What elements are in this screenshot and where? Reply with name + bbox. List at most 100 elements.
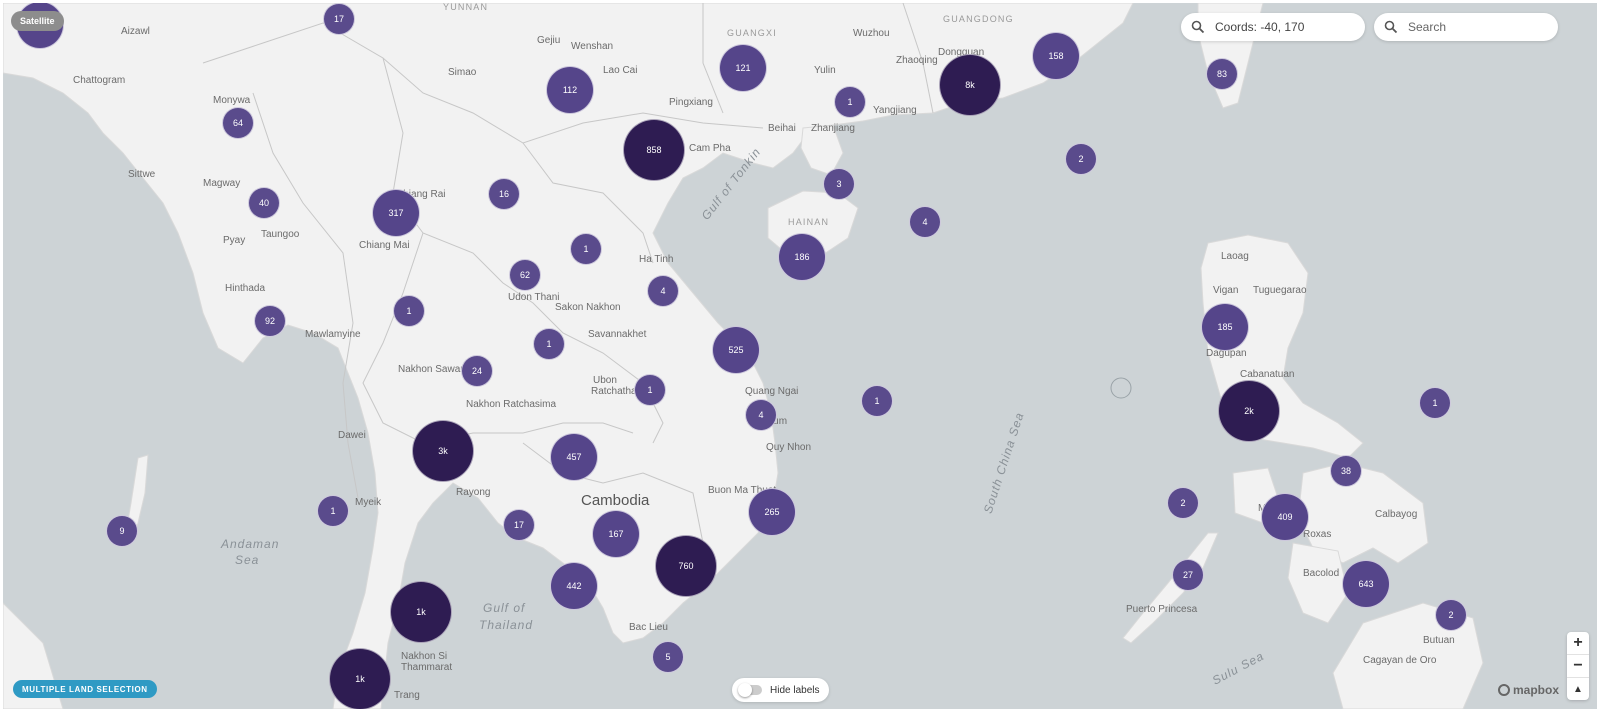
coords-input[interactable] [1213,19,1357,35]
label-bacolod: Bacolod [1303,568,1339,579]
cluster-marker[interactable]: 1k [329,648,391,709]
label-zhanjiang: Zhanjiang [811,123,855,134]
label-laoag: Laoag [1221,251,1249,262]
cluster-marker[interactable]: 2 [1435,599,1467,631]
cluster-marker[interactable]: 2k [1218,380,1280,442]
hide-labels-control: Hide labels [732,678,830,702]
cluster-marker[interactable]: 27 [1172,559,1204,591]
zoom-in-button[interactable]: + [1567,632,1589,655]
label-nakhon-sawan: Nakhon Sawan [398,364,466,375]
cluster-marker[interactable]: 1 [834,86,866,118]
cluster-marker[interactable]: 83 [1206,58,1238,90]
label-roxas: Roxas [1303,529,1331,540]
mapbox-attribution[interactable]: mapbox [1497,683,1559,697]
label-nakhon-si: Nakhon Si [401,651,447,662]
zoom-out-button[interactable]: − [1567,655,1589,678]
cluster-marker[interactable]: 525 [712,326,760,374]
label-quy-nhon: Quy Nhon [766,442,811,453]
cluster-marker[interactable]: 17 [503,509,535,541]
cluster-marker[interactable]: 317 [372,189,420,237]
zoom-controls: + − ▲ [1567,632,1589,700]
cluster-marker[interactable]: 409 [1261,493,1309,541]
label-chiang-mai: Chiang Mai [359,240,410,251]
label-taungoo: Taungoo [261,229,300,240]
cluster-marker[interactable]: 1 [393,295,425,327]
cluster-marker[interactable]: 3 [823,168,855,200]
label-gejiu: Gejiu [537,35,560,46]
label-andaman: Andaman [220,537,279,551]
cluster-marker[interactable]: 457 [550,433,598,481]
cluster-marker[interactable]: 9 [106,515,138,547]
label-thammarat: Thammarat [401,662,452,673]
cluster-marker[interactable]: 3k [412,420,474,482]
label-tuguegarao: Tuguegarao [1253,285,1307,296]
hide-labels-text: Hide labels [770,684,820,696]
cluster-marker[interactable]: 24 [461,355,493,387]
cluster-marker[interactable]: 1 [634,374,666,406]
label-ha-tinh: Ha Tinh [639,254,673,265]
magnifier-icon [1384,20,1398,34]
cluster-marker[interactable]: 1 [570,233,602,265]
cluster-marker[interactable]: 4 [647,275,679,307]
cluster-marker[interactable]: 112 [546,66,594,114]
coords-search-box[interactable] [1181,13,1365,41]
label-pyay: Pyay [223,235,245,246]
cluster-marker[interactable]: 643 [1342,560,1390,608]
cluster-marker[interactable]: 38 [1330,455,1362,487]
label-hainan: HAINAN [788,217,829,227]
magnifier-icon [1191,20,1205,34]
compass-icon[interactable]: ▲ [1567,678,1589,700]
cluster-marker[interactable]: 858 [623,119,685,181]
label-butuan: Butuan [1423,635,1455,646]
cluster-marker[interactable]: 2 [1065,143,1097,175]
cluster-marker[interactable]: 5 [652,641,684,673]
label-magway: Magway [203,178,240,189]
place-search-box[interactable] [1374,13,1558,41]
cluster-marker[interactable]: 158 [1032,32,1080,80]
cluster-marker[interactable]: 1k [390,581,452,643]
cluster-marker[interactable]: 265 [748,488,796,536]
cluster-marker[interactable]: 8k [939,54,1001,116]
cluster-marker[interactable]: 760 [655,535,717,597]
label-calbayog: Calbayog [1375,509,1417,520]
cluster-marker[interactable]: 4 [745,399,777,431]
cluster-marker[interactable]: 92 [254,305,286,337]
cluster-marker[interactable]: 4 [909,206,941,238]
cluster-marker[interactable]: 167 [592,510,640,558]
cluster-marker[interactable]: 40 [248,187,280,219]
multiple-land-selection-button[interactable]: MULTIPLE LAND SELECTION [13,680,157,698]
label-ubon: Ubon [593,375,617,386]
label-dawei: Dawei [338,430,366,441]
label-cagayan: Cagayan de Oro [1363,655,1437,666]
cluster-marker[interactable]: 185 [1201,303,1249,351]
cluster-marker[interactable]: 1 [861,385,893,417]
cluster-marker[interactable]: 442 [550,562,598,610]
label-trang: Trang [394,690,420,701]
label-vigan: Vigan [1213,285,1238,296]
cluster-marker[interactable]: 1 [1419,387,1451,419]
map-canvas[interactable]: Aizawl Chattogram Monywa Sittwe Magway P… [3,3,1597,709]
label-rayong: Rayong [456,487,490,498]
label-cambodia: Cambodia [581,492,650,509]
cluster-marker[interactable]: 1 [533,328,565,360]
mapbox-logo-icon [1497,684,1510,696]
search-input[interactable] [1406,19,1550,35]
satellite-toggle-button[interactable]: Satellite [11,11,64,31]
hide-labels-toggle[interactable] [738,683,762,697]
cluster-marker[interactable]: 121 [719,44,767,92]
label-myeik: Myeik [355,497,382,508]
cluster-marker[interactable]: 62 [509,259,541,291]
cluster-marker[interactable]: 64 [222,107,254,139]
cluster-marker[interactable]: 17 [323,3,355,35]
label-quang-ngai: Quang Ngai [745,386,798,397]
cluster-marker[interactable]: 186 [778,233,826,281]
label-cabanatuan: Cabanatuan [1240,369,1295,380]
label-puerto-princesa: Puerto Princesa [1126,604,1198,615]
label-sea: Sea [235,553,259,567]
cluster-marker[interactable]: 2 [1167,487,1199,519]
cluster-marker[interactable]: 16 [488,178,520,210]
label-sittwe: Sittwe [128,169,156,180]
label-sakon-nakhon: Sakon Nakhon [555,302,621,313]
cluster-marker[interactable]: 1 [317,495,349,527]
label-wuzhou: Wuzhou [853,28,890,39]
